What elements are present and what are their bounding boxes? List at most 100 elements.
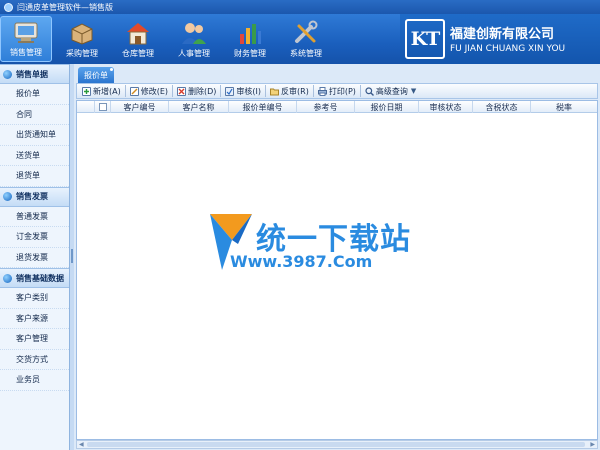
- print-label: 打印(P): [328, 86, 356, 96]
- sidebar-item-delivery-note[interactable]: 送货单: [0, 146, 69, 166]
- column-quotation-number[interactable]: 报价单编号: [229, 101, 297, 113]
- column-tax-status[interactable]: 含税状态: [473, 101, 531, 113]
- scroll-right-icon[interactable]: ▶: [590, 441, 595, 448]
- scroll-left-icon[interactable]: ◀: [79, 441, 84, 448]
- select-all-column[interactable]: [95, 101, 111, 113]
- tab-label: 报价单: [84, 70, 108, 80]
- advanced-search-label: 高级查询: [375, 86, 408, 96]
- company-logo: KT: [405, 19, 445, 59]
- toolbar-separator: [172, 85, 174, 97]
- tab-close-icon[interactable]: [110, 68, 113, 71]
- column-customer-code[interactable]: 客户编号: [111, 101, 169, 113]
- globe-icon: [3, 69, 12, 79]
- column-audit-status[interactable]: 审核状态: [419, 101, 473, 113]
- new-label: 新增(A): [93, 86, 121, 96]
- purchase-icon: [71, 23, 93, 45]
- advanced-search-button[interactable]: 高级查询 ▼: [362, 84, 419, 98]
- edit-icon: [129, 86, 139, 96]
- watermark-url: Www.3987.Com: [230, 252, 373, 271]
- folder-icon: [270, 88, 280, 95]
- module-label: 采购管理: [66, 49, 98, 58]
- sidebar: 销售单据 报价单 合同 出货通知单 送货单 退货单 销售发票 普通发票 订金发票…: [0, 64, 70, 450]
- sidebar-item-deposit-invoice[interactable]: 订金发票: [0, 227, 69, 248]
- sidebar-item-delivery-method[interactable]: 交货方式: [0, 350, 69, 370]
- audit-label: 审核(I): [236, 86, 262, 96]
- select-all-checkbox[interactable]: [98, 103, 107, 111]
- add-icon: [82, 86, 91, 96]
- printer-icon: [317, 86, 327, 96]
- finance-icon: [240, 24, 261, 44]
- company-name: 福建创新有限公司: [450, 27, 555, 42]
- toolbar-separator: [359, 85, 361, 97]
- column-customer-name[interactable]: 客户名称: [169, 101, 229, 113]
- scrollbar-thumb[interactable]: [87, 442, 585, 447]
- personnel-icon: [182, 23, 206, 44]
- sidebar-item-normal-invoice[interactable]: 普通发票: [0, 207, 69, 227]
- globe-icon: [3, 273, 12, 283]
- search-icon: [365, 86, 374, 96]
- toolbar-separator: [312, 85, 314, 97]
- splitter-grip[interactable]: [71, 249, 73, 263]
- sidebar-item-customer-management[interactable]: 客户管理: [0, 329, 69, 350]
- sidebar-item-return-note[interactable]: 退货单: [0, 166, 69, 187]
- delete-label: 删除(D): [188, 86, 217, 96]
- app-icon: [4, 2, 13, 12]
- chevron-down-icon[interactable]: ▼: [411, 87, 416, 95]
- globe-icon: [3, 192, 12, 201]
- new-button[interactable]: 新增(A): [79, 84, 124, 98]
- module-finance[interactable]: 财务管理: [224, 16, 276, 62]
- tab-quotation[interactable]: 报价单: [78, 67, 114, 83]
- edit-button[interactable]: 修改(E): [127, 84, 171, 98]
- print-button[interactable]: 打印(P): [315, 84, 359, 98]
- module-label: 仓库管理: [122, 49, 154, 58]
- title-bar: 闫通皮革管理软件—销售版: [0, 0, 600, 14]
- toolbar-separator: [124, 85, 126, 97]
- horizontal-scrollbar[interactable]: ◀ ▶: [76, 440, 598, 449]
- toolbar: 新增(A) 修改(E) 删除(D) 审核(I) 反审(R) 打印(P) 高级查询…: [76, 83, 598, 99]
- unaudit-button[interactable]: 反审(R): [267, 84, 312, 98]
- module-personnel[interactable]: 人事管理: [168, 16, 220, 62]
- sidebar-group-sales-base-data[interactable]: 销售基础数据: [0, 268, 69, 288]
- warehouse-icon: [127, 23, 149, 45]
- module-ribbon: 销售管理 采购管理 仓库管理 人事管理 财务管理 系统管理 KT 福建创新有限公…: [0, 14, 600, 64]
- unaudit-label: 反审(R): [281, 86, 309, 96]
- toolbar-separator: [220, 85, 222, 97]
- sidebar-item-quotation[interactable]: 报价单: [0, 84, 69, 105]
- delete-icon: [177, 86, 187, 96]
- edit-label: 修改(E): [140, 86, 169, 96]
- sidebar-item-return-invoice[interactable]: 退货发票: [0, 248, 69, 268]
- sidebar-item-customer-source[interactable]: 客户来源: [0, 309, 69, 329]
- module-warehouse[interactable]: 仓库管理: [112, 16, 164, 62]
- group-title: 销售发票: [16, 192, 48, 201]
- system-icon: [295, 20, 318, 43]
- sidebar-item-shipment-notice[interactable]: 出货通知单: [0, 125, 69, 146]
- watermark: 统一下载站 Www.3987.Com: [208, 210, 410, 280]
- module-purchase[interactable]: 采购管理: [56, 16, 108, 62]
- sales-icon: [14, 22, 38, 43]
- group-title: 销售单据: [16, 69, 48, 79]
- column-tax-rate[interactable]: 税率: [531, 101, 597, 113]
- module-label: 销售管理: [10, 48, 42, 57]
- sidebar-item-contract[interactable]: 合同: [0, 105, 69, 125]
- module-sales[interactable]: 销售管理: [0, 16, 52, 62]
- sidebar-item-salesperson[interactable]: 业务员: [0, 370, 69, 391]
- module-label: 系统管理: [290, 49, 322, 58]
- toolbar-separator: [265, 85, 267, 97]
- column-quotation-date[interactable]: 报价日期: [355, 101, 419, 113]
- module-label: 人事管理: [178, 49, 210, 58]
- row-indicator-column: [77, 101, 95, 113]
- sidebar-item-customer-category[interactable]: 客户类别: [0, 288, 69, 309]
- grid-header: 客户编号 客户名称 报价单编号 参考号 报价日期 审核状态 含税状态 税率: [77, 101, 597, 113]
- group-title: 销售基础数据: [16, 273, 64, 283]
- window-title: 闫通皮革管理软件—销售版: [17, 2, 113, 12]
- module-system[interactable]: 系统管理: [280, 16, 332, 62]
- delete-button[interactable]: 删除(D): [174, 84, 219, 98]
- sidebar-group-sales-invoices[interactable]: 销售发票: [0, 186, 69, 207]
- module-label: 财务管理: [234, 49, 266, 58]
- column-reference-number[interactable]: 参考号: [297, 101, 355, 113]
- sidebar-group-sales-documents[interactable]: 销售单据: [0, 64, 69, 84]
- company-name-en: FU JIAN CHUANG XIN YOU: [450, 44, 566, 54]
- audit-icon: [225, 86, 235, 96]
- audit-button[interactable]: 审核(I): [222, 84, 264, 98]
- company-brand: KT 福建创新有限公司 FU JIAN CHUANG XIN YOU: [400, 14, 600, 64]
